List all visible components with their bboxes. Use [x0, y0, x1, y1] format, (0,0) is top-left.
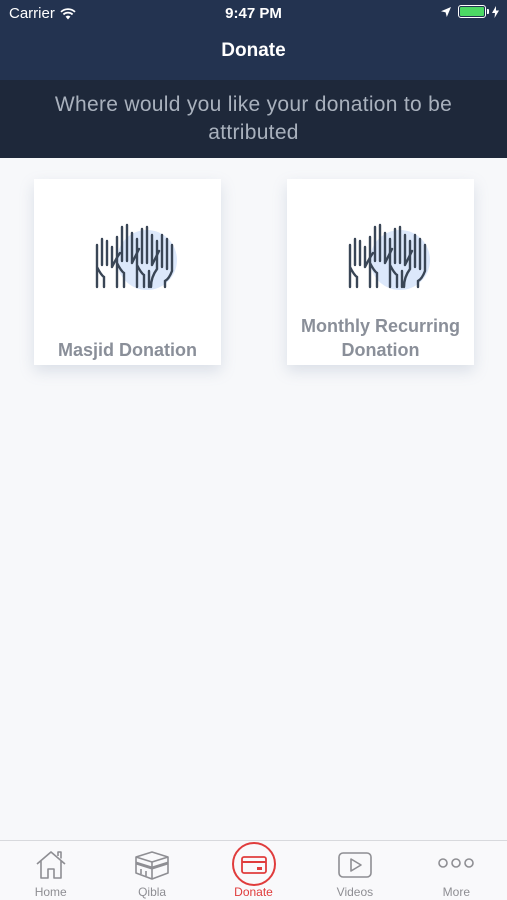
raised-hands-icon: [348, 223, 430, 290]
tab-videos[interactable]: Videos: [304, 841, 405, 900]
location-arrow-icon: [441, 6, 451, 17]
tab-donate[interactable]: Donate: [203, 841, 304, 900]
more-icon: [438, 858, 475, 868]
tab-home[interactable]: Home: [0, 841, 101, 900]
status-bar: Carrier 9:47 PM: [0, 0, 507, 26]
masjid-donation-card[interactable]: Masjid Donation: [34, 179, 221, 365]
play-icon: [338, 852, 372, 878]
top-bar: Carrier 9:47 PM Donate: [0, 0, 507, 80]
status-time: 9:47 PM: [225, 5, 282, 22]
tab-label: Home: [34, 885, 67, 899]
tab-more[interactable]: More: [406, 841, 507, 900]
home-icon: [36, 851, 66, 879]
card-label: Masjid Donation: [58, 340, 197, 360]
raised-hands-icon: [95, 223, 177, 290]
attribution-prompt: Where would you like your donation to be…: [0, 80, 507, 158]
card-label: Monthly Recurring Donation: [300, 316, 460, 360]
tab-label: More: [442, 885, 470, 899]
tab-label: Videos: [336, 885, 374, 899]
kaaba-icon: [135, 851, 169, 880]
card-icon: [240, 856, 267, 874]
tab-qibla[interactable]: Qibla: [101, 841, 202, 900]
charging-icon: [492, 5, 499, 18]
status-right: [440, 5, 499, 18]
battery-icon: [458, 5, 489, 18]
page-title: Donate: [221, 40, 286, 61]
tab-bar: Home Qibla Donate Videos More: [0, 840, 507, 900]
monthly-recurring-donation-card[interactable]: Monthly Recurring Donation: [287, 179, 474, 365]
tab-label: Donate: [234, 885, 273, 899]
tab-label: Qibla: [138, 885, 167, 899]
